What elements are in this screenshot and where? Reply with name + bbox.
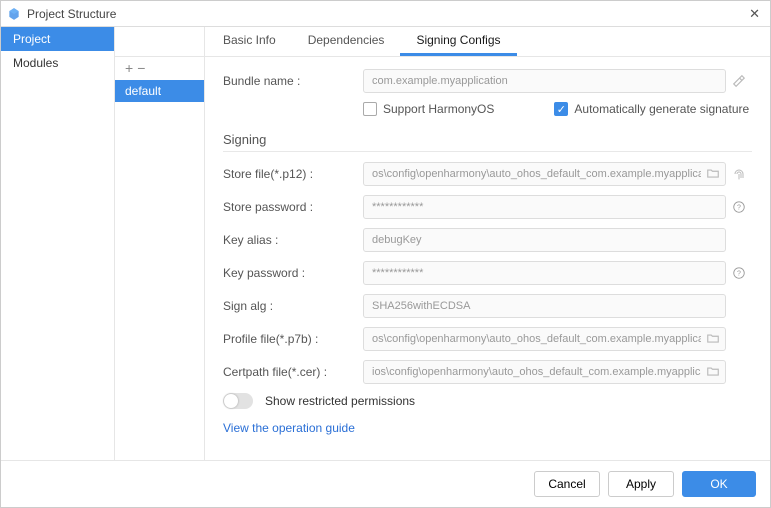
operation-guide-link[interactable]: View the operation guide	[223, 421, 355, 435]
cancel-button[interactable]: Cancel	[534, 471, 600, 497]
row-restricted-permissions: Show restricted permissions	[223, 393, 752, 409]
key-alias-input[interactable]	[363, 228, 726, 252]
auto-signature-label: Automatically generate signature	[574, 102, 749, 116]
configs-tools: +−	[115, 57, 204, 80]
store-password-input[interactable]	[363, 195, 726, 219]
key-password-input[interactable]	[363, 261, 726, 285]
profile-file-input[interactable]	[363, 327, 726, 351]
sign-alg-input[interactable]	[363, 294, 726, 318]
row-sign-alg: Sign alg :	[223, 294, 752, 318]
row-key-alias: Key alias :	[223, 228, 752, 252]
folder-icon[interactable]	[706, 166, 720, 180]
certpath-file-label: Certpath file(*.cer) :	[223, 365, 363, 379]
folder-icon[interactable]	[706, 331, 720, 345]
restricted-permissions-label: Show restricted permissions	[265, 394, 415, 408]
left-nav: Project Modules	[1, 27, 115, 460]
leftnav-item-project[interactable]: Project	[1, 27, 114, 51]
leftnav-item-modules[interactable]: Modules	[1, 51, 114, 75]
row-bundle-name: Bundle name :	[223, 69, 752, 93]
remove-config-icon[interactable]: −	[137, 60, 149, 76]
checkbox-support-harmonyos[interactable]: Support HarmonyOS	[363, 102, 494, 116]
svg-text:?: ?	[737, 270, 741, 277]
store-password-label: Store password :	[223, 200, 363, 214]
row-checkboxes: Support HarmonyOS ✓ Automatically genera…	[223, 102, 752, 116]
certpath-file-input[interactable]	[363, 360, 726, 384]
main-area: Project Modules +− default Basic Info De…	[1, 27, 770, 460]
profile-file-label: Profile file(*.p7b) :	[223, 332, 363, 346]
help-icon[interactable]: ?	[732, 200, 746, 214]
checkbox-auto-signature[interactable]: ✓ Automatically generate signature	[554, 102, 749, 116]
apply-button[interactable]: Apply	[608, 471, 674, 497]
ok-button[interactable]: OK	[682, 471, 756, 497]
fingerprint-icon[interactable]	[731, 166, 747, 182]
sign-alg-label: Sign alg :	[223, 299, 363, 313]
divider	[223, 151, 752, 152]
titlebar: Project Structure ✕	[1, 1, 770, 27]
row-certpath-file: Certpath file(*.cer) :	[223, 360, 752, 384]
bundle-name-label: Bundle name :	[223, 74, 363, 88]
key-alias-label: Key alias :	[223, 233, 363, 247]
folder-icon[interactable]	[706, 364, 720, 378]
key-password-label: Key password :	[223, 266, 363, 280]
signing-section-title: Signing	[223, 132, 752, 147]
form-area: Bundle name : Support HarmonyOS ✓ Automa…	[205, 57, 770, 460]
configs-column: +− default	[115, 27, 205, 460]
row-key-password: Key password : ?	[223, 261, 752, 285]
edit-icon[interactable]	[732, 74, 746, 88]
store-file-label: Store file(*.p12) :	[223, 167, 363, 181]
tab-basic-info[interactable]: Basic Info	[207, 27, 292, 56]
checkbox-box-checked: ✓	[554, 102, 568, 116]
configs-spacer	[115, 27, 204, 57]
close-icon[interactable]: ✕	[745, 6, 764, 22]
tab-signing-configs[interactable]: Signing Configs	[400, 27, 516, 56]
tabs-bar: Basic Info Dependencies Signing Configs	[205, 27, 770, 57]
footer: Cancel Apply OK	[1, 460, 770, 507]
bundle-name-input[interactable]	[363, 69, 726, 93]
window-title: Project Structure	[27, 7, 745, 21]
right-pane: Basic Info Dependencies Signing Configs …	[205, 27, 770, 460]
row-profile-file: Profile file(*.p7b) :	[223, 327, 752, 351]
svg-text:?: ?	[737, 204, 741, 211]
add-config-icon[interactable]: +	[125, 60, 137, 76]
tab-dependencies[interactable]: Dependencies	[292, 27, 401, 56]
support-harmonyos-label: Support HarmonyOS	[383, 102, 494, 116]
checkbox-box-unchecked	[363, 102, 377, 116]
help-icon[interactable]: ?	[732, 266, 746, 280]
config-item-default[interactable]: default	[115, 80, 204, 102]
app-logo-icon	[7, 7, 21, 21]
store-file-input[interactable]	[363, 162, 726, 186]
row-store-file: Store file(*.p12) :	[223, 162, 752, 186]
restricted-permissions-toggle[interactable]	[223, 393, 253, 409]
row-store-password: Store password : ?	[223, 195, 752, 219]
